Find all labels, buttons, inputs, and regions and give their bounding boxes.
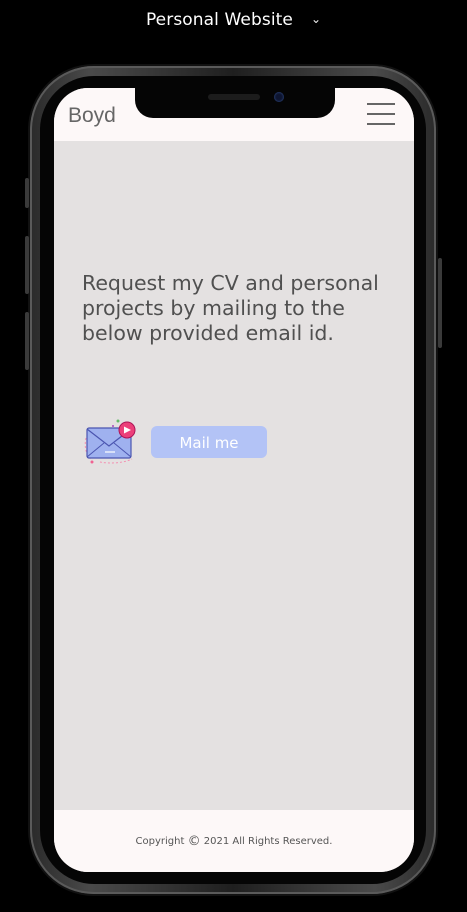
copyright-rest: 2021 All Rights Reserved. [203,836,333,847]
hamburger-menu-icon[interactable] [367,102,395,126]
front-camera [274,92,284,102]
cv-request-text: Request my CV and personal projects by m… [82,271,379,345]
mail-envelope-icon [84,419,136,464]
earpiece-speaker [208,94,260,100]
phone-screen: Boyd Request my CV and personal projects… [54,88,414,872]
copyright-symbol: © [187,834,201,849]
mail-me-button[interactable]: Mail me [151,426,267,458]
volume-down-button [25,312,29,370]
copyright-prefix: Copyright [135,836,185,847]
power-button [438,258,442,348]
phone-notch [135,88,335,118]
chevron-down-icon[interactable]: ⌄ [311,12,321,26]
copyright-text: Copyright © 2021 All Rights Reserved. [54,834,414,849]
preview-title: Personal Website [145,10,293,30]
brand-logo[interactable]: Boyd [68,104,116,128]
preview-title-bar[interactable]: Personal Website ⌄ [0,0,467,40]
site-footer: Copyright © 2021 All Rights Reserved. [54,810,414,872]
silent-switch [25,178,29,208]
volume-up-button [25,236,29,294]
